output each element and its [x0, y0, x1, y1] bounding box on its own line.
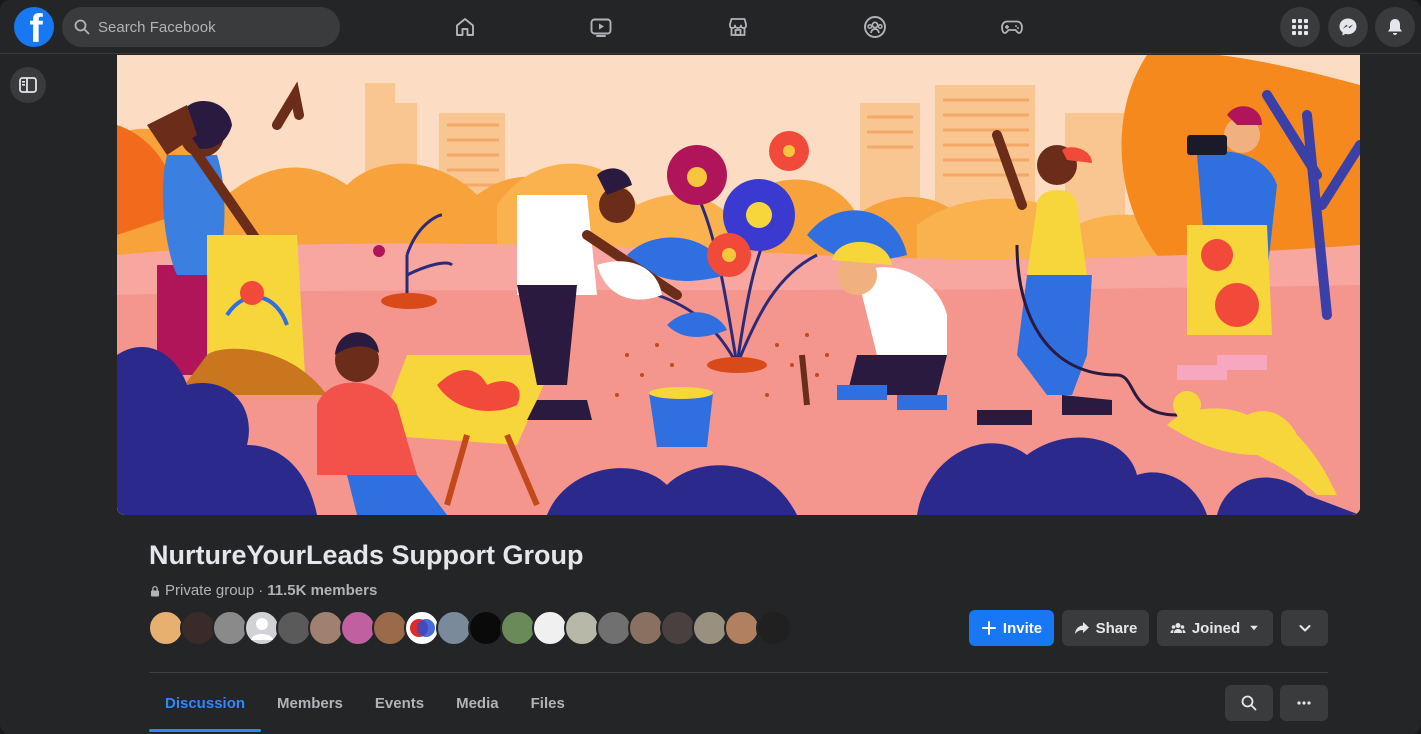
- sidebar-panel-icon: [19, 77, 37, 93]
- member-avatar[interactable]: [532, 610, 568, 646]
- facebook-logo-icon[interactable]: f: [14, 7, 54, 47]
- member-avatar[interactable]: [180, 610, 216, 646]
- header-divider: [149, 672, 1328, 673]
- plus-icon: [981, 621, 996, 635]
- messenger-icon: [1339, 18, 1357, 36]
- share-arrow-icon: [1074, 622, 1089, 634]
- member-avatar[interactable]: [436, 610, 472, 646]
- member-avatar[interactable]: [724, 610, 760, 646]
- toggle-sidebar-button[interactable]: [10, 67, 46, 103]
- group-more-button[interactable]: [1280, 685, 1328, 721]
- gamepad-icon: [1001, 20, 1023, 34]
- invite-label: Invite: [1002, 619, 1043, 637]
- member-avatar[interactable]: [500, 610, 536, 646]
- member-avatar[interactable]: [148, 610, 184, 646]
- search-box[interactable]: [62, 7, 340, 47]
- group-meta: Private group · 11.5K members: [149, 582, 377, 599]
- share-button[interactable]: Share: [1062, 610, 1149, 646]
- groups-icon: [864, 16, 886, 38]
- joined-button[interactable]: Joined: [1157, 610, 1273, 646]
- member-avatar[interactable]: [660, 610, 696, 646]
- member-avatar[interactable]: [628, 610, 664, 646]
- caret-down-icon: [1250, 625, 1258, 631]
- member-avatar[interactable]: [308, 610, 344, 646]
- notifications-button[interactable]: [1375, 7, 1415, 47]
- meta-separator: ·: [258, 582, 264, 599]
- nav-marketplace[interactable]: [721, 10, 755, 44]
- nav-gaming[interactable]: [995, 10, 1029, 44]
- member-avatar[interactable]: [212, 610, 248, 646]
- group-privacy[interactable]: Private group: [165, 582, 254, 599]
- store-icon: [729, 18, 747, 36]
- member-avatar[interactable]: [468, 610, 504, 646]
- group-members-icon: [1170, 623, 1186, 633]
- menu-grid-icon: [1292, 19, 1308, 35]
- member-avatar[interactable]: [244, 610, 280, 646]
- default-avatar-icon: [251, 618, 273, 640]
- group-search-button[interactable]: [1225, 685, 1273, 721]
- top-navigation-bar: f: [0, 0, 1421, 54]
- member-avatar[interactable]: [692, 610, 728, 646]
- chevron-down-icon: [1299, 625, 1310, 632]
- nav-watch[interactable]: [584, 10, 618, 44]
- group-tabs: Discussion Members Events Media Files: [149, 675, 581, 734]
- cover-illustration: [117, 55, 1360, 515]
- nav-home[interactable]: [448, 10, 482, 44]
- brand-logo-avatar: [410, 619, 435, 637]
- left-rail: [0, 55, 56, 734]
- search-input[interactable]: [98, 18, 318, 36]
- tab-members[interactable]: Members: [261, 675, 359, 731]
- bell-icon: [1388, 19, 1402, 35]
- tab-discussion[interactable]: Discussion: [149, 675, 262, 732]
- member-count[interactable]: 11.5K members: [267, 582, 377, 599]
- group-title[interactable]: NurtureYourLeads Support Group: [149, 540, 584, 571]
- member-avatar[interactable]: [596, 610, 632, 646]
- tab-files[interactable]: Files: [515, 675, 581, 731]
- member-avatar[interactable]: [372, 610, 408, 646]
- home-icon: [456, 18, 474, 36]
- joined-label: Joined: [1191, 619, 1241, 637]
- nav-groups[interactable]: [858, 10, 892, 44]
- search-icon: [1241, 695, 1257, 711]
- tab-events[interactable]: Events: [359, 675, 440, 731]
- lock-icon: [151, 585, 159, 596]
- member-avatars: [148, 610, 792, 646]
- member-avatar[interactable]: [340, 610, 376, 646]
- video-icon: [590, 18, 612, 37]
- group-cover-photo[interactable]: [117, 55, 1360, 515]
- member-avatar[interactable]: [404, 610, 440, 646]
- invite-button[interactable]: Invite: [969, 610, 1054, 646]
- search-icon: [74, 19, 90, 35]
- more-options-dropdown-button[interactable]: [1281, 610, 1328, 646]
- app-window: f Search Facebook NurtureYourLeads Suppo…: [0, 0, 1421, 734]
- tab-media[interactable]: Media: [440, 675, 515, 731]
- ellipsis-icon: [1297, 701, 1311, 705]
- messenger-button[interactable]: [1328, 7, 1368, 47]
- member-avatar[interactable]: [756, 610, 792, 646]
- member-avatar[interactable]: [276, 610, 312, 646]
- member-avatar[interactable]: [564, 610, 600, 646]
- menu-button[interactable]: [1280, 7, 1320, 47]
- share-label: Share: [1095, 619, 1138, 637]
